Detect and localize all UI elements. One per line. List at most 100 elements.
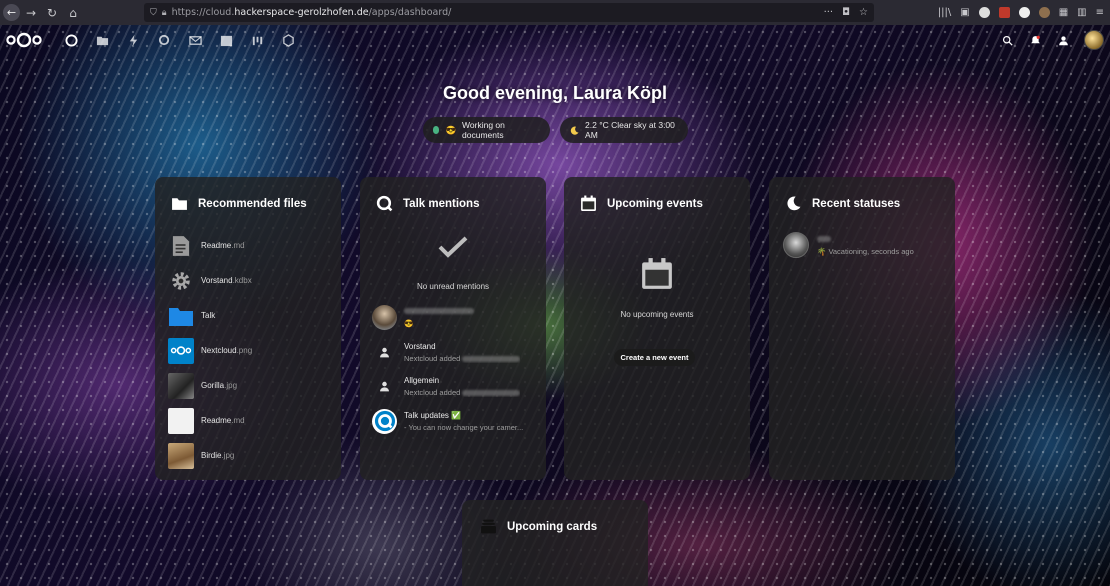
- notifications-icon[interactable]: [1028, 33, 1042, 47]
- search-icon[interactable]: [1000, 33, 1014, 47]
- nextcloud-header: [0, 25, 1110, 55]
- library-icon[interactable]: |||\: [938, 7, 951, 18]
- extension-icon-2[interactable]: [1038, 7, 1050, 18]
- forward-icon[interactable]: →: [21, 3, 41, 23]
- file-item[interactable]: Birdie.jpg: [168, 442, 234, 469]
- file-item[interactable]: Nextcloud.png: [168, 337, 252, 364]
- file-item[interactable]: Vorstand.kdbx: [168, 267, 252, 294]
- file-name: Vorstand: [201, 276, 233, 285]
- empty-mentions-label: No unread mentions: [416, 282, 490, 291]
- calendar-empty-icon: [642, 258, 672, 289]
- file-ext: .md: [231, 416, 245, 425]
- url-host: hackerspace-gerolzhofen.de: [234, 7, 369, 18]
- extension-icon-3[interactable]: ▥: [1077, 7, 1086, 18]
- panel-title: Talk mentions: [403, 197, 480, 210]
- panel-title: Upcoming cards: [507, 520, 598, 533]
- create-event-button[interactable]: Create a new event: [614, 349, 695, 366]
- file-ext: .md: [231, 241, 245, 250]
- file-item[interactable]: Gorilla.jpg: [168, 372, 237, 399]
- moon-icon: [570, 126, 579, 135]
- page-actions-icon[interactable]: ···: [824, 7, 834, 18]
- user-status-pill[interactable]: 😎 Working on documents: [422, 117, 550, 143]
- files-app-icon[interactable]: [87, 25, 118, 55]
- home-icon[interactable]: ⌂: [63, 3, 83, 23]
- mention-subtitle: Nextcloud added: [404, 388, 521, 397]
- mention-item[interactable]: Talk updates ✅ - You can now change your…: [372, 407, 537, 435]
- deck-icon: [481, 519, 496, 534]
- file-name: Readme: [201, 241, 232, 250]
- calendar-icon: [581, 195, 596, 211]
- deck-app-icon[interactable]: [242, 25, 273, 55]
- mention-title: Allgemein: [404, 375, 440, 385]
- extension-icon[interactable]: [1018, 7, 1030, 18]
- status-item[interactable]: 🌴 Vacationing, seconds ago: [783, 232, 914, 258]
- file-name: Nextcloud: [201, 346, 237, 355]
- status-emoji: 😎: [445, 124, 457, 135]
- panel-title: Recommended files: [198, 197, 307, 210]
- file-item[interactable]: Readme.md: [168, 407, 245, 434]
- menu-icon[interactable]: ≡: [1096, 7, 1104, 18]
- url-prefix: https://cloud.: [171, 7, 235, 18]
- reload-icon[interactable]: ↻: [42, 3, 62, 23]
- mention-title: Talk updates ✅: [404, 410, 462, 420]
- talk-mentions-panel: Talk mentions No unread mentions 😎 Vorst…: [360, 177, 546, 480]
- mention-item[interactable]: 😎: [372, 303, 537, 331]
- user-avatar: [372, 304, 397, 330]
- file-name: Gorilla: [201, 381, 225, 390]
- pocket-icon[interactable]: ◘: [842, 7, 850, 18]
- back-icon[interactable]: ←: [3, 4, 20, 21]
- dashboard-app-icon[interactable]: [56, 25, 87, 55]
- online-status-icon: [432, 126, 440, 134]
- talk-logo-icon: [372, 408, 397, 434]
- mail-app-icon[interactable]: [180, 25, 211, 55]
- folder-icon: [168, 303, 194, 329]
- document-icon: [168, 233, 194, 259]
- mention-title: Vorstand: [404, 341, 436, 351]
- image-thumbnail: [168, 372, 194, 399]
- mention-subtitle: - You can now change your camer...: [404, 422, 524, 432]
- calendar-app-icon[interactable]: [211, 25, 242, 55]
- panel-title: Upcoming events: [607, 197, 703, 210]
- grid-extension-icon[interactable]: ▦: [1059, 7, 1068, 18]
- url-bar[interactable]: ⛉ 🔒︎ https://cloud. hackerspace-gerolzhof…: [144, 3, 874, 22]
- file-item[interactable]: Readme.md: [168, 232, 245, 259]
- mention-title: [404, 307, 474, 316]
- bookmark-star-icon[interactable]: ☆: [859, 7, 868, 18]
- file-item[interactable]: Talk: [168, 302, 215, 329]
- mention-item[interactable]: Allgemein Nextcloud added: [372, 372, 537, 400]
- account-icon[interactable]: [978, 7, 990, 18]
- talk-icon: [376, 195, 393, 212]
- nextcloud-logo-icon[interactable]: [4, 31, 44, 49]
- file-ext: .kdbx: [232, 276, 252, 285]
- checkmark-icon: [438, 236, 468, 258]
- gear-icon: [168, 268, 194, 294]
- file-ext: .jpg: [224, 381, 238, 390]
- weather-status-pill[interactable]: 2.2 °C Clear sky at 3:00 AM: [559, 117, 688, 143]
- folder-icon: [172, 198, 187, 210]
- lock-icon: 🔒︎: [161, 7, 167, 18]
- status-text: 🌴 Vacationing, seconds ago: [817, 246, 914, 256]
- talk-app-icon[interactable]: [149, 25, 180, 55]
- blank-document-icon: [168, 407, 194, 434]
- contacts-icon[interactable]: [1056, 33, 1070, 47]
- group-icon: [372, 340, 397, 365]
- mention-item[interactable]: Vorstand Nextcloud added: [372, 338, 537, 366]
- ublock-icon[interactable]: [998, 7, 1010, 18]
- sidebar-icon[interactable]: ▣: [960, 7, 969, 18]
- file-name: Talk: [201, 311, 216, 320]
- photos-app-icon[interactable]: [273, 25, 304, 55]
- user-avatar: [783, 232, 809, 258]
- nextcloud-logo-icon: [168, 337, 194, 364]
- mention-subtitle: Nextcloud added: [404, 354, 521, 363]
- browser-toolbar: ← → ↻ ⌂ ⛉ 🔒︎ https://cloud. hackerspace-g…: [0, 0, 1110, 25]
- moon-icon: [787, 196, 801, 211]
- file-ext: .jpg: [221, 451, 235, 460]
- user-avatar[interactable]: [1084, 30, 1104, 50]
- activity-app-icon[interactable]: [118, 25, 149, 55]
- file-name: Birdie: [201, 451, 222, 460]
- image-thumbnail: [168, 442, 194, 469]
- url-path: /apps/dashboard/: [368, 7, 452, 18]
- file-ext: .png: [236, 346, 253, 355]
- upcoming-events-panel: Upcoming events No upcoming events Creat…: [564, 177, 750, 480]
- greeting-heading: Good evening, Laura Köpl: [442, 83, 667, 103]
